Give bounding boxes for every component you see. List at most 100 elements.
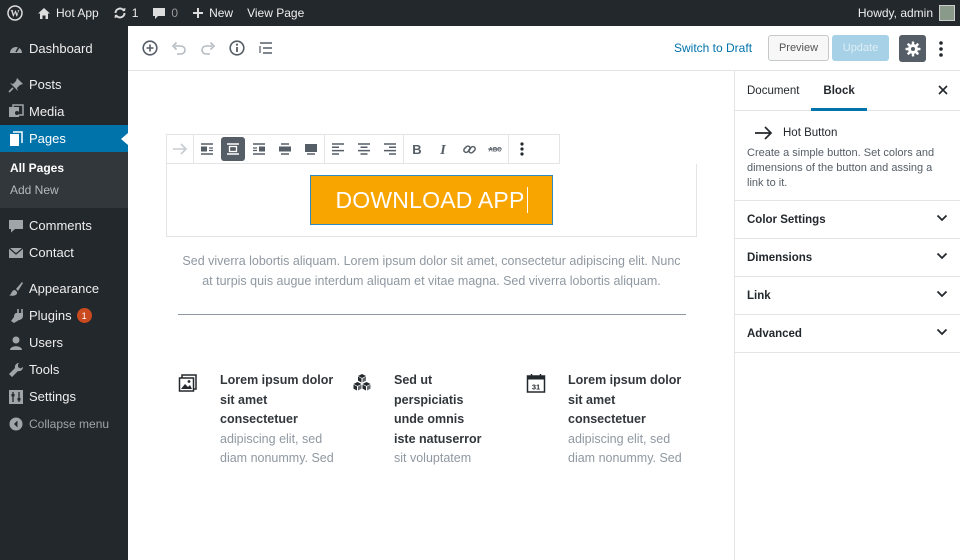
block-title: Hot Button — [783, 127, 838, 139]
svg-text:ABC: ABC — [489, 148, 503, 154]
sidebar-item-tools[interactable]: Tools — [0, 356, 128, 383]
hot-button-block[interactable]: DOWNLOAD APP — [166, 164, 697, 237]
italic-icon: I — [439, 143, 446, 156]
gear-icon — [905, 41, 920, 56]
link-panel-toggle[interactable]: Link — [735, 277, 960, 315]
pages-submenu: All Pages Add New — [0, 152, 128, 208]
view-page-link[interactable]: View Page — [240, 0, 311, 26]
sidebar-item-dashboard[interactable]: Dashboard — [0, 35, 128, 62]
cubes-icon — [353, 374, 371, 391]
sidebar-item-appearance[interactable]: Appearance — [0, 275, 128, 302]
update-button[interactable]: Update — [832, 35, 889, 61]
undo-icon — [171, 41, 186, 55]
sidebar-item-contact[interactable]: Contact — [0, 239, 128, 266]
dimensions-panel-toggle[interactable]: Dimensions — [735, 239, 960, 277]
section-title: Dimensions — [747, 251, 813, 264]
feature-heading: Lorem ipsum dolor sit amet consectetuer — [568, 373, 682, 426]
media-icon — [8, 103, 24, 120]
wordpress-logo-button[interactable]: W — [0, 0, 30, 26]
feature-text: Lorem ipsum dolor sit amet consectetuer … — [220, 371, 335, 469]
collapse-menu-label: Collapse menu — [29, 416, 110, 431]
section-title: Advanced — [747, 327, 802, 340]
comments-link[interactable]: 0 — [145, 0, 185, 26]
account-link[interactable]: Howdy, admin — [851, 0, 933, 26]
block-more-options-button[interactable] — [509, 135, 535, 163]
add-block-button[interactable] — [135, 34, 164, 63]
home-icon — [38, 7, 50, 19]
advanced-panel-toggle[interactable]: Advanced — [735, 315, 960, 353]
add-circle-icon — [141, 40, 158, 56]
align-right-block-icon — [253, 143, 265, 155]
paragraph-block[interactable]: Sed viverra lobortis aliquam. Lorem ipsu… — [176, 251, 687, 291]
undo-button[interactable] — [164, 34, 193, 63]
sidebar-item-label: Tools — [29, 362, 60, 377]
pages-icon — [8, 130, 24, 147]
comments-count: 0 — [171, 6, 179, 20]
sidebar-item-users[interactable]: Users — [0, 329, 128, 356]
block-navigation-button[interactable] — [251, 34, 280, 63]
block-type-button[interactable] — [167, 135, 193, 163]
sidebar-item-label: Pages — [29, 131, 66, 146]
italic-button[interactable]: I — [430, 135, 456, 163]
sidebar-item-label: Appearance — [29, 281, 100, 296]
calendar-icon: 31 — [526, 374, 546, 393]
redo-button[interactable] — [193, 34, 222, 63]
sidebar-item-media[interactable]: Media — [0, 98, 128, 125]
chevron-down-icon — [936, 214, 948, 222]
calendar-day: 31 — [532, 383, 540, 392]
align-text-right-button[interactable] — [377, 135, 403, 163]
submenu-item-add-new[interactable]: Add New — [0, 179, 128, 201]
update-label: Update — [842, 42, 879, 54]
collapse-menu-button[interactable]: Collapse menu — [0, 410, 128, 437]
close-sidebar-button[interactable] — [936, 83, 950, 97]
align-text-left-button[interactable] — [325, 135, 351, 163]
feature-text: Sed ut perspiciatis unde omnis iste natu… — [394, 371, 484, 469]
site-name-link[interactable]: Hot App — [30, 0, 106, 26]
bold-button[interactable]: B — [404, 135, 430, 163]
section-title: Link — [747, 289, 771, 302]
button-text[interactable]: DOWNLOAD APP — [336, 187, 525, 214]
sidebar-item-label: Settings — [29, 389, 76, 404]
align-right-block-button[interactable] — [246, 135, 272, 163]
sidebar-item-posts[interactable]: Posts — [0, 71, 128, 98]
sidebar-item-label: Media — [29, 104, 65, 119]
avatar[interactable] — [939, 5, 955, 21]
submenu-item-label: Add New — [10, 183, 59, 197]
plugins-update-badge: 1 — [76, 308, 92, 323]
mail-icon — [8, 245, 24, 261]
wide-width-button[interactable] — [272, 135, 298, 163]
wide-width-icon — [279, 143, 291, 155]
content-info-button[interactable] — [222, 34, 251, 63]
image-icon — [178, 374, 197, 392]
tab-block[interactable]: Block — [811, 71, 867, 111]
full-width-button[interactable] — [298, 135, 324, 163]
switch-to-draft-link[interactable]: Switch to Draft — [674, 41, 752, 55]
feature-heading: Sed ut perspiciatis unde omnis iste natu… — [394, 373, 482, 446]
updates-link[interactable]: 1 — [106, 0, 146, 26]
new-label: New — [209, 6, 234, 20]
sidebar-item-comments[interactable]: Comments — [0, 212, 128, 239]
preview-button[interactable]: Preview — [768, 35, 829, 61]
submenu-item-all-pages[interactable]: All Pages — [0, 157, 128, 179]
color-settings-panel-toggle[interactable]: Color Settings — [735, 201, 960, 239]
download-app-button[interactable]: DOWNLOAD APP — [310, 175, 553, 225]
chevron-down-icon — [936, 290, 948, 298]
sidebar-item-settings[interactable]: Settings — [0, 383, 128, 410]
align-left-block-button[interactable] — [194, 135, 220, 163]
sidebar-item-plugins[interactable]: Plugins 1 — [0, 302, 128, 329]
link-button[interactable] — [456, 135, 482, 163]
strikethrough-button[interactable]: ABC — [482, 135, 508, 163]
close-icon — [938, 85, 948, 95]
sidebar-item-pages[interactable]: Pages — [0, 125, 128, 152]
sidebar-item-label: Posts — [29, 77, 62, 92]
new-content-link[interactable]: New — [185, 0, 240, 26]
settings-toggle-button[interactable] — [899, 35, 926, 62]
more-tools-button[interactable] — [933, 36, 949, 62]
full-width-icon — [305, 144, 317, 155]
separator-block[interactable] — [178, 314, 686, 315]
tab-document[interactable]: Document — [735, 71, 811, 111]
align-center-block-button[interactable] — [221, 137, 245, 161]
greeting: Howdy, admin — [857, 6, 933, 20]
align-text-center-icon — [358, 143, 370, 155]
align-text-center-button[interactable] — [351, 135, 377, 163]
